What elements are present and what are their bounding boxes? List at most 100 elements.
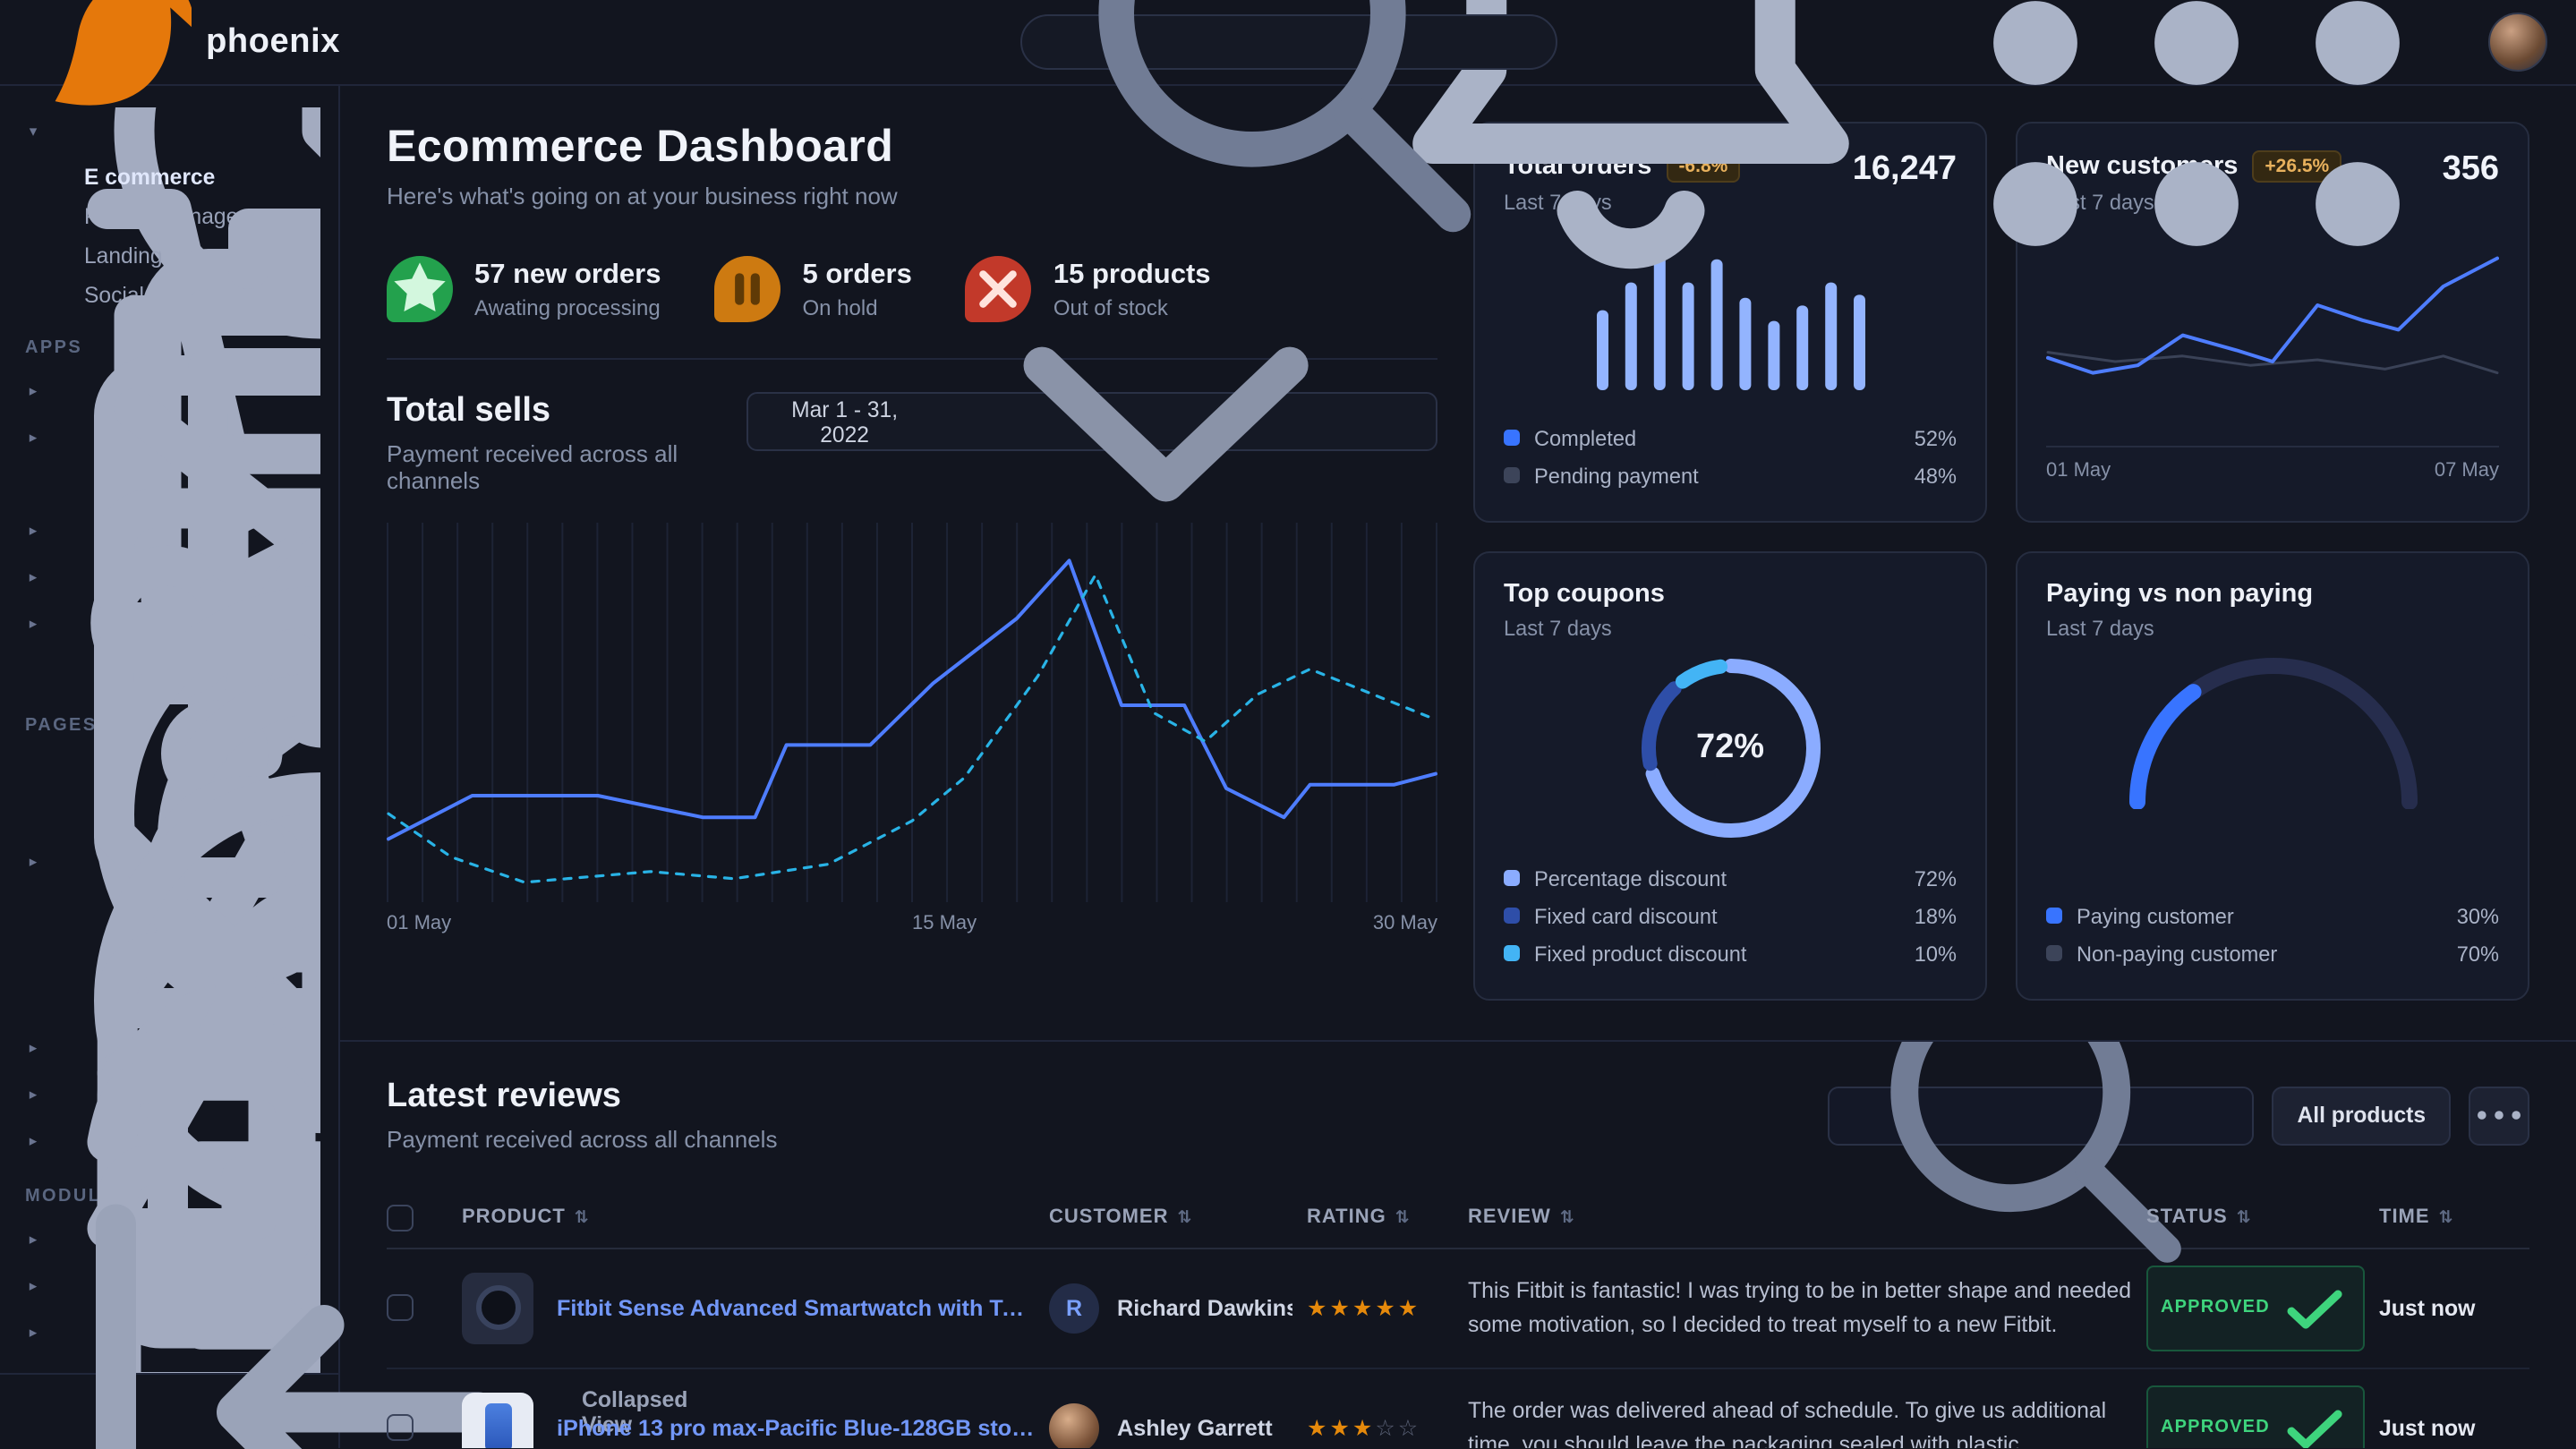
legend-value: 72% (1915, 865, 1957, 891)
legend-swatch (2046, 908, 2062, 924)
rating-stars: ★★★★★ (1307, 1294, 1454, 1321)
apps-grid-button[interactable] (1923, 0, 2470, 316)
product-link[interactable]: Fitbit Sense Advanced Smartwatch with To… (557, 1295, 1035, 1320)
stat-value: 5 orders (803, 259, 912, 291)
reviews-title: Latest reviews (387, 1078, 777, 1117)
legend-label: Fixed product discount (1534, 941, 1746, 966)
total-sells-title: Total sells (387, 392, 746, 431)
x-tick: 01 May (387, 913, 451, 934)
total-sells-subtitle: Payment received across all channels (387, 440, 746, 494)
user-avatar[interactable] (2488, 13, 2547, 72)
x-tick: 01 May (2046, 460, 2111, 482)
column-header-rating[interactable]: RATING⇅ (1307, 1207, 1454, 1229)
x-tick: 15 May (912, 913, 977, 934)
legend-value: 70% (2457, 941, 2499, 966)
legend-swatch (2046, 945, 2062, 961)
product-link[interactable]: iPhone 13 pro max-Pacific Blue-128GB sto… (557, 1415, 1035, 1440)
legend-swatch (1504, 870, 1520, 886)
date-range-value: Mar 1 - 31, 2022 (770, 396, 918, 447)
star-icon: ★ (1329, 1296, 1352, 1321)
sidebar: ▾ Home E commerceProject managementLandi… (0, 86, 340, 1448)
legend-row: Completed52% (1504, 419, 1957, 456)
legend-row: Percentage discount72% (1504, 859, 1957, 897)
reviews-controls: All products (1829, 1086, 2529, 1145)
legend-value: 30% (2457, 903, 2499, 928)
brand-name: phoenix (206, 22, 340, 62)
search-icon (1045, 0, 1517, 278)
x-tick: 30 May (1373, 913, 1437, 934)
product-thumbnail-watch (462, 1272, 533, 1343)
new-customers-x-axis: 01 May 07 May (2046, 460, 2499, 482)
top-coupons-legend: Percentage discount72% Fixed card discoun… (1504, 859, 1957, 972)
column-header-customer[interactable]: CUSTOMER⇅ (1049, 1207, 1292, 1229)
card-period: Last 7 days (1504, 616, 1665, 641)
collapsed-view-button[interactable]: Collapsed View (0, 1373, 338, 1448)
legend-row: Fixed product discount10% (1504, 934, 1957, 972)
review-time: Just now (2379, 1295, 2529, 1320)
global-search[interactable] (1019, 14, 1557, 70)
legend-swatch (1504, 945, 1520, 961)
check-icon (2279, 1272, 2350, 1343)
reviews-table-body: Fitbit Sense Advanced Smartwatch with To… (387, 1249, 2529, 1448)
date-range-select[interactable]: Mar 1 - 31, 2022 (746, 392, 1437, 451)
legend-swatch (1504, 908, 1520, 924)
caret-right-icon: ▸ (25, 1084, 41, 1104)
column-header-review[interactable]: REVIEW⇅ (1468, 1207, 2132, 1229)
legend-row: Non-paying customer 70% (2046, 934, 2499, 972)
latest-reviews-section: Latest reviews Payment received across a… (340, 1040, 2576, 1448)
table-row: Fitbit Sense Advanced Smartwatch with To… (387, 1249, 2529, 1368)
legend-row: Pending payment48% (1504, 456, 1957, 494)
reviews-search[interactable] (1829, 1086, 2255, 1145)
reviews-subtitle: Payment received across all channels (387, 1126, 777, 1153)
customer-name: Ashley Garrett (1117, 1415, 1273, 1440)
rating-stars: ★★★☆☆ (1307, 1414, 1454, 1441)
stat-caption: On hold (803, 294, 912, 320)
stat-caption: Awating processing (474, 294, 661, 320)
legend-label: Non-paying customer (2077, 941, 2277, 966)
top-navbar: phoenix (0, 0, 2576, 86)
legend-row: Paying customer30% (2046, 897, 2499, 934)
star-icon: ★ (1352, 1296, 1375, 1321)
caret-right-icon: ▸ (25, 1037, 41, 1057)
paying-vs-non-paying-card: Paying vs non paying Last 7 days Paying … (2016, 551, 2529, 1001)
star-icon: ★ (1329, 1416, 1352, 1441)
legend-label: Fixed card discount (1534, 903, 1718, 928)
pause-icon (715, 256, 781, 322)
card-period: Last 7 days (2046, 616, 2313, 641)
review-text: This Fitbit is fantastic! I was trying t… (1468, 1274, 2132, 1341)
customer-avatar: R (1049, 1283, 1099, 1333)
customer-name: Richard Dawkins (1117, 1295, 1292, 1320)
x-tick: 07 May (2435, 460, 2499, 482)
column-header-time[interactable]: TIME⇅ (2379, 1207, 2529, 1229)
status-badge: APPROVED (2146, 1265, 2365, 1351)
row-checkbox[interactable] (387, 1295, 413, 1321)
caret-right-icon: ▸ (25, 427, 41, 447)
all-products-button[interactable]: All products (2273, 1086, 2451, 1145)
star-icon: ★ (1307, 1416, 1329, 1441)
caret-right-icon: ▸ (25, 520, 41, 540)
star-icon: ★ (1352, 1416, 1375, 1441)
legend-value: 52% (1915, 425, 1957, 450)
select-all-checkbox[interactable] (387, 1205, 413, 1231)
column-header-status[interactable]: STATUS⇅ (2146, 1207, 2365, 1229)
row-checkbox[interactable] (387, 1415, 413, 1441)
column-header-product[interactable]: PRODUCT⇅ (462, 1207, 1035, 1229)
star-icon: ☆ (1398, 1416, 1420, 1441)
star-icon: ★ (1398, 1296, 1420, 1321)
ellipsis-icon (2470, 1087, 2528, 1144)
top-coupons-card: Top coupons Last 7 days 72% Percentage d… (1473, 551, 1987, 1001)
more-options-button[interactable] (2469, 1086, 2529, 1145)
legend-swatch (1504, 467, 1520, 483)
legend-swatch (1504, 430, 1520, 446)
review-text: The order was delivered ahead of schedul… (1468, 1394, 2132, 1448)
caret-right-icon: ▸ (25, 851, 41, 871)
sort-icon: ⇅ (1178, 1208, 1193, 1228)
customer-avatar (1049, 1402, 1099, 1448)
brand[interactable]: phoenix (29, 0, 340, 124)
stat-value: 57 new orders (474, 259, 661, 291)
app-viewport: phoenix ▾ Home E commerceProject managem… (0, 0, 2576, 1449)
sort-icon: ⇅ (2439, 1208, 2454, 1228)
grid-icon (1928, 0, 2465, 311)
status-badge: APPROVED (2146, 1385, 2365, 1448)
search-icon (1850, 1040, 2219, 1300)
